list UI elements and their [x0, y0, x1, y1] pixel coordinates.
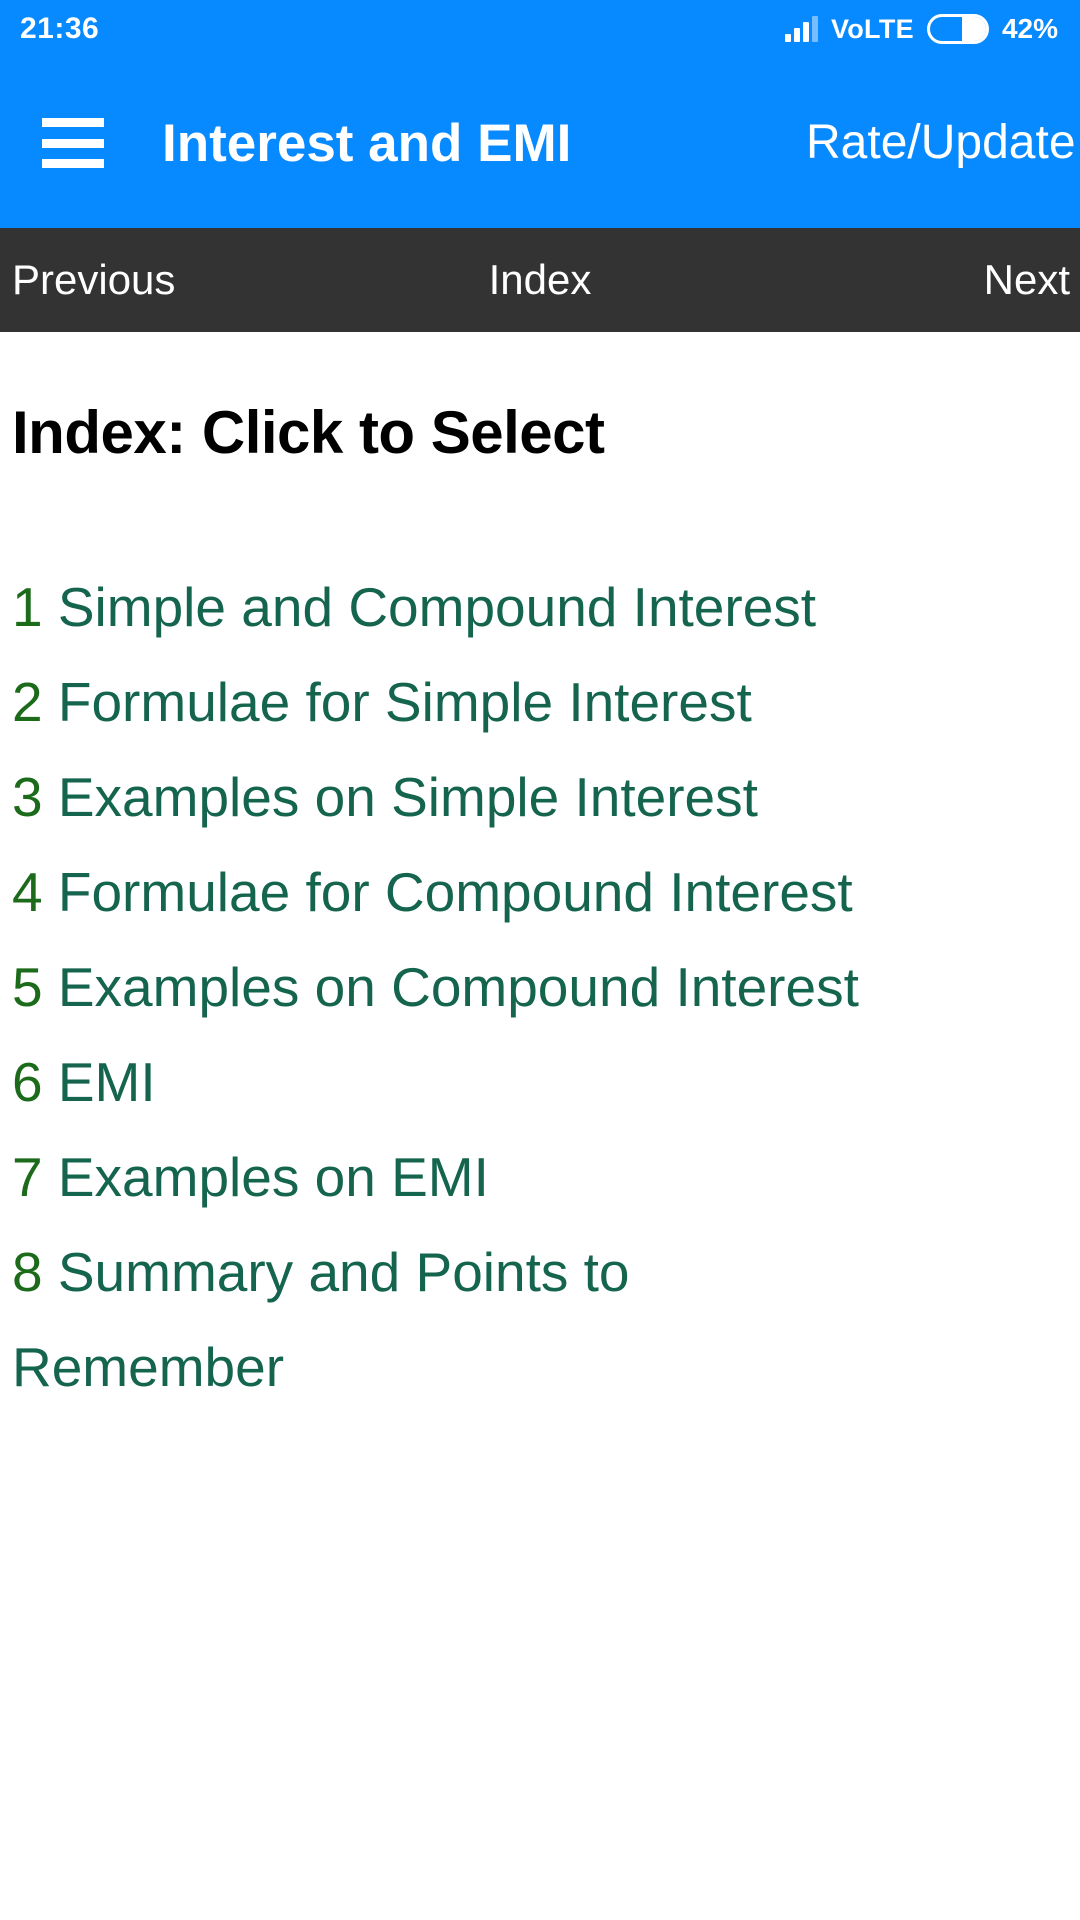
index-item-number: 6 — [12, 1051, 43, 1113]
index-list-item[interactable]: 4 Formulae for Compound Interest — [12, 845, 1080, 940]
app-screen: 21:36 VoLTE 42% Interest and EMI Rate/Up… — [0, 0, 1080, 1920]
status-clock: 21:36 — [20, 12, 100, 45]
next-button[interactable]: Next — [984, 259, 1070, 301]
index-item-label: EMI — [42, 1051, 156, 1113]
index-item-label: Formulae for Compound Interest — [42, 861, 853, 923]
battery-icon — [926, 14, 989, 44]
index-item-number: 7 — [12, 1146, 43, 1208]
status-bar-right-group: VoLTE 42% — [784, 13, 1058, 44]
index-button[interactable]: Index — [489, 259, 592, 301]
index-list-item[interactable]: 3 Examples on Simple Interest — [12, 750, 1080, 845]
index-item-number: 2 — [12, 671, 43, 733]
index-item-label: Examples on EMI — [42, 1146, 489, 1208]
index-item-number: 4 — [12, 861, 43, 923]
app-bar: Interest and EMI Rate/Update — [0, 58, 1080, 228]
index-item-number: 8 — [12, 1241, 43, 1303]
signal-bars-icon — [784, 16, 818, 42]
status-bar: 21:36 VoLTE 42% — [0, 0, 1080, 58]
index-list: 1 Simple and Compound Interest 2 Formulae… — [12, 560, 1080, 1415]
index-item-number: 5 — [12, 956, 43, 1018]
index-item-number: 1 — [12, 576, 43, 638]
index-item-number: 3 — [12, 766, 43, 828]
index-list-item[interactable]: 2 Formulae for Simple Interest — [12, 655, 1080, 750]
previous-button[interactable]: Previous — [12, 259, 175, 301]
index-list-item[interactable]: 1 Simple and Compound Interest — [12, 560, 1080, 655]
index-item-label: Simple and Compound Interest — [42, 576, 817, 638]
page-title: Interest and EMI — [162, 113, 572, 173]
index-item-label: Examples on Compound Interest — [42, 956, 859, 1018]
battery-percent-label: 42% — [1001, 13, 1058, 44]
volte-label: VoLTE — [830, 13, 914, 44]
content-area: Index: Click to Select 1 Simple and Comp… — [0, 332, 1080, 1920]
section-heading: Index: Click to Select — [12, 399, 605, 466]
rate-update-button[interactable]: Rate/Update — [806, 119, 1076, 167]
hamburger-menu-icon[interactable] — [42, 118, 104, 168]
index-list-item[interactable]: 6 EMI — [12, 1035, 1080, 1130]
index-list-item[interactable]: 8 Summary and Points to Remember — [12, 1225, 1080, 1415]
navigation-bar: Previous Index Next — [0, 228, 1080, 332]
index-list-item[interactable]: 7 Examples on EMI — [12, 1130, 1080, 1225]
index-item-label: Summary and Points to Remember — [12, 1241, 630, 1398]
index-list-item[interactable]: 5 Examples on Compound Interest — [12, 940, 1080, 1035]
index-item-label: Formulae for Simple Interest — [42, 671, 752, 733]
index-item-label: Examples on Simple Interest — [42, 766, 758, 828]
